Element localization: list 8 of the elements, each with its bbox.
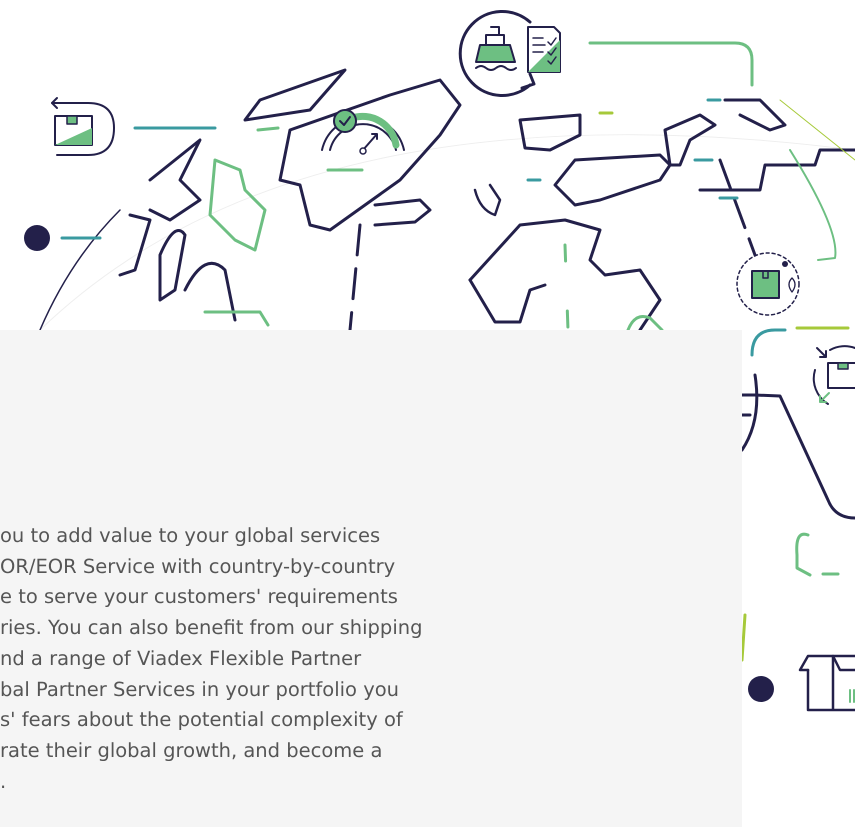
body-paragraph: ou to add value to your global services OR/EOR Service with country-by-country e to serve your customers' requirements ries. You can also benefit from our shipping nd a range of Viadex Flexible Partner bal Partner Services in your portfolio you s' fears about the potential complexity of rate their global growth, and become a . xyxy=(0,523,422,795)
dot-marker xyxy=(24,225,50,251)
dot-marker xyxy=(748,676,774,702)
ship-document-icon xyxy=(458,10,561,97)
gauge-icon xyxy=(321,109,405,155)
open-box-icon xyxy=(798,654,855,712)
box-return-icon xyxy=(51,97,115,156)
box-rotate-icon xyxy=(812,345,855,405)
